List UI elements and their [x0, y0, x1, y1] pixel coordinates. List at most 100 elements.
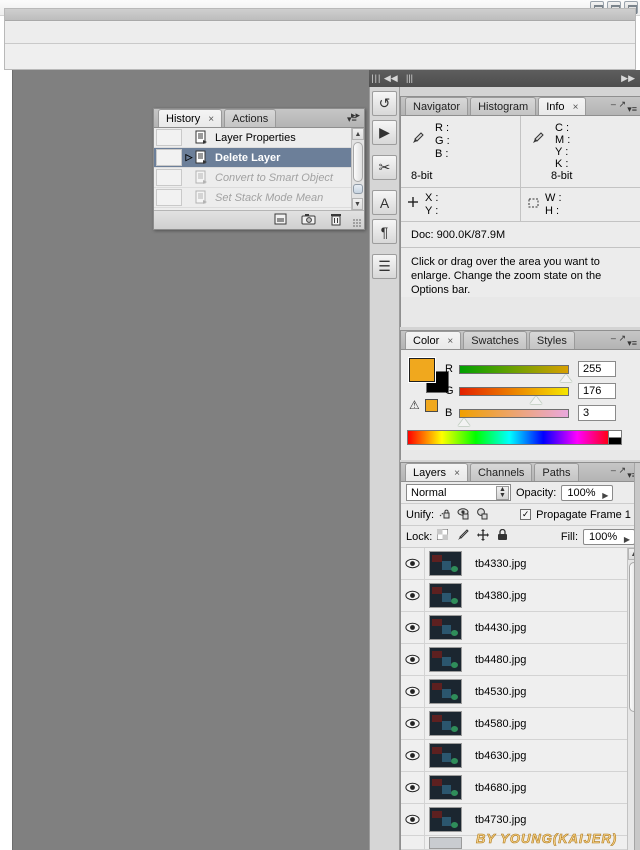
layer-list[interactable]: tb4330.jpg tb4380.jpg tb4430.jpg tb4480.jpg… [401, 548, 640, 850]
slider-r-track[interactable] [459, 364, 572, 382]
history-scrollbar[interactable]: ▲ ▼ [351, 128, 364, 210]
table-row[interactable] [401, 836, 640, 850]
document-tab-bar[interactable] [5, 45, 635, 68]
white-black-swatches[interactable] [608, 430, 622, 445]
table-row[interactable]: tb4680.jpg [401, 772, 640, 804]
out-of-gamut-icon[interactable]: ⚠ [409, 398, 420, 412]
tab-info[interactable]: Info × [538, 97, 587, 115]
scroll-up-icon[interactable]: ▲ [352, 128, 364, 140]
layer-visibility-icon[interactable] [401, 836, 425, 849]
table-row[interactable]: tb4630.jpg [401, 740, 640, 772]
history-actions-icon[interactable]: ↺ [372, 91, 397, 116]
propagate-frame-checkbox[interactable]: ✓ [520, 509, 532, 520]
layer-visibility-icon[interactable] [401, 612, 425, 643]
panel-window-controls[interactable]: – ↗ [611, 333, 626, 344]
layer-visibility-icon[interactable] [401, 708, 425, 739]
options-bar[interactable] [5, 22, 635, 44]
color-slider-b[interactable]: B 3 [445, 402, 640, 426]
scrollbar-grip[interactable] [353, 184, 363, 194]
layer-visibility-icon[interactable] [401, 548, 425, 579]
right-dock-grip[interactable]: ||| ▶▶ [400, 70, 640, 87]
tab-history[interactable]: History × [158, 109, 223, 127]
lock-position-icon[interactable] [477, 529, 490, 544]
table-row[interactable]: tb4380.jpg [401, 580, 640, 612]
panel-window-controls[interactable]: – ↗ [611, 99, 626, 110]
delete-state-button[interactable] [330, 213, 342, 229]
history-snapshot-checkbox[interactable] [156, 169, 182, 186]
fill-input[interactable]: 100% ▶ [583, 528, 635, 547]
character-icon[interactable]: A [372, 190, 397, 215]
paragraph-icon[interactable]: ¶ [372, 219, 397, 244]
table-row[interactable]: tb4430.jpg [401, 612, 640, 644]
slider-b-value[interactable]: 3 [578, 405, 616, 421]
table-row[interactable]: tb4730.jpg [401, 804, 640, 836]
scroll-down-icon[interactable]: ▼ [352, 198, 363, 210]
lock-transparency-icon[interactable] [436, 528, 449, 544]
menu-bar[interactable] [5, 9, 635, 21]
layer-visibility-icon[interactable] [401, 676, 425, 707]
history-snapshot-checkbox[interactable] [156, 189, 182, 206]
chevron-right-icon[interactable]: ▶ [624, 532, 630, 547]
chevron-updown-icon[interactable]: ▲ ▼ [496, 486, 509, 500]
unify-style-icon[interactable] [476, 507, 490, 523]
close-icon[interactable]: × [573, 102, 579, 113]
collapse-dock-icon[interactable]: ◀◀ [384, 73, 398, 83]
slider-g-track[interactable] [459, 386, 569, 404]
minimize-icon[interactable]: – [611, 333, 616, 343]
layer-visibility-icon[interactable] [401, 580, 425, 611]
chevron-right-icon[interactable]: ▶ [602, 488, 608, 503]
unify-visibility-icon[interactable] [457, 507, 471, 523]
color-spectrum-ramp[interactable] [407, 430, 612, 445]
table-row[interactable]: tb4530.jpg [401, 676, 640, 708]
panel-menu-icon[interactable]: ▾≡ [627, 105, 637, 114]
history-state-row[interactable]: Set Stack Mode Mean [154, 188, 364, 208]
layer-visibility-icon[interactable] [401, 804, 425, 835]
history-snapshot-checkbox[interactable] [156, 149, 182, 166]
new-document-from-state-button[interactable] [274, 213, 287, 229]
layer-visibility-icon[interactable] [401, 740, 425, 771]
dock-edge-grip[interactable] [634, 463, 640, 850]
tab-color[interactable]: Color × [405, 331, 462, 349]
in-gamut-color-swatch[interactable] [424, 398, 438, 412]
panel-menu-icon[interactable]: ▾≡ [347, 114, 361, 126]
lock-image-icon[interactable] [456, 529, 470, 544]
maximize-icon[interactable]: ↗ [618, 465, 626, 475]
scrollbar-thumb[interactable] [353, 142, 363, 182]
opacity-input[interactable]: 100% ▶ [561, 484, 614, 503]
table-row[interactable]: tb4580.jpg [401, 708, 640, 740]
slider-g-value[interactable]: 176 [578, 383, 616, 399]
history-snapshot-checkbox[interactable] [156, 129, 182, 146]
panel-resize-grip[interactable] [353, 219, 361, 227]
foreground-color-swatch[interactable] [408, 357, 436, 383]
maximize-icon[interactable]: ↗ [618, 333, 626, 343]
animation-icon[interactable]: ▶ [372, 120, 397, 145]
tab-histogram[interactable]: Histogram [470, 97, 537, 115]
color-slider-r[interactable]: R 255 [445, 358, 640, 382]
tab-styles[interactable]: Styles [528, 331, 575, 349]
minimize-icon[interactable]: – [611, 465, 616, 475]
minimize-icon[interactable]: – [611, 99, 616, 109]
collapse-right-dock-icon[interactable]: ▶▶ [621, 70, 635, 87]
layer-visibility-icon[interactable] [401, 644, 425, 675]
blend-mode-select[interactable]: Normal ▲ ▼ [406, 484, 511, 501]
close-icon[interactable]: × [454, 468, 460, 479]
tab-paths[interactable]: Paths [534, 463, 579, 481]
slider-b-track[interactable] [458, 408, 569, 426]
tool-presets-icon[interactable]: ✂ [372, 155, 397, 180]
tab-channels[interactable]: Channels [469, 463, 533, 481]
table-row[interactable]: tb4480.jpg [401, 644, 640, 676]
panel-menu-icon[interactable]: ▾≡ [627, 339, 637, 348]
close-icon[interactable]: × [208, 114, 214, 125]
slider-r-value[interactable]: 255 [578, 361, 616, 377]
new-snapshot-button[interactable] [301, 213, 316, 229]
history-state-row[interactable]: Layer Properties [154, 128, 364, 148]
color-slider-g[interactable]: G 176 [445, 380, 640, 404]
tab-swatches[interactable]: Swatches [463, 331, 527, 349]
unify-position-icon[interactable] [439, 507, 452, 523]
history-state-row[interactable]: ▷ Delete Layer [154, 148, 364, 168]
tool-dock-grip[interactable]: ||| ◀◀ [369, 70, 400, 87]
tab-layers[interactable]: Layers × [405, 463, 468, 481]
table-row[interactable]: tb4330.jpg [401, 548, 640, 580]
maximize-icon[interactable]: ↗ [618, 99, 626, 109]
lock-all-icon[interactable] [497, 528, 508, 544]
